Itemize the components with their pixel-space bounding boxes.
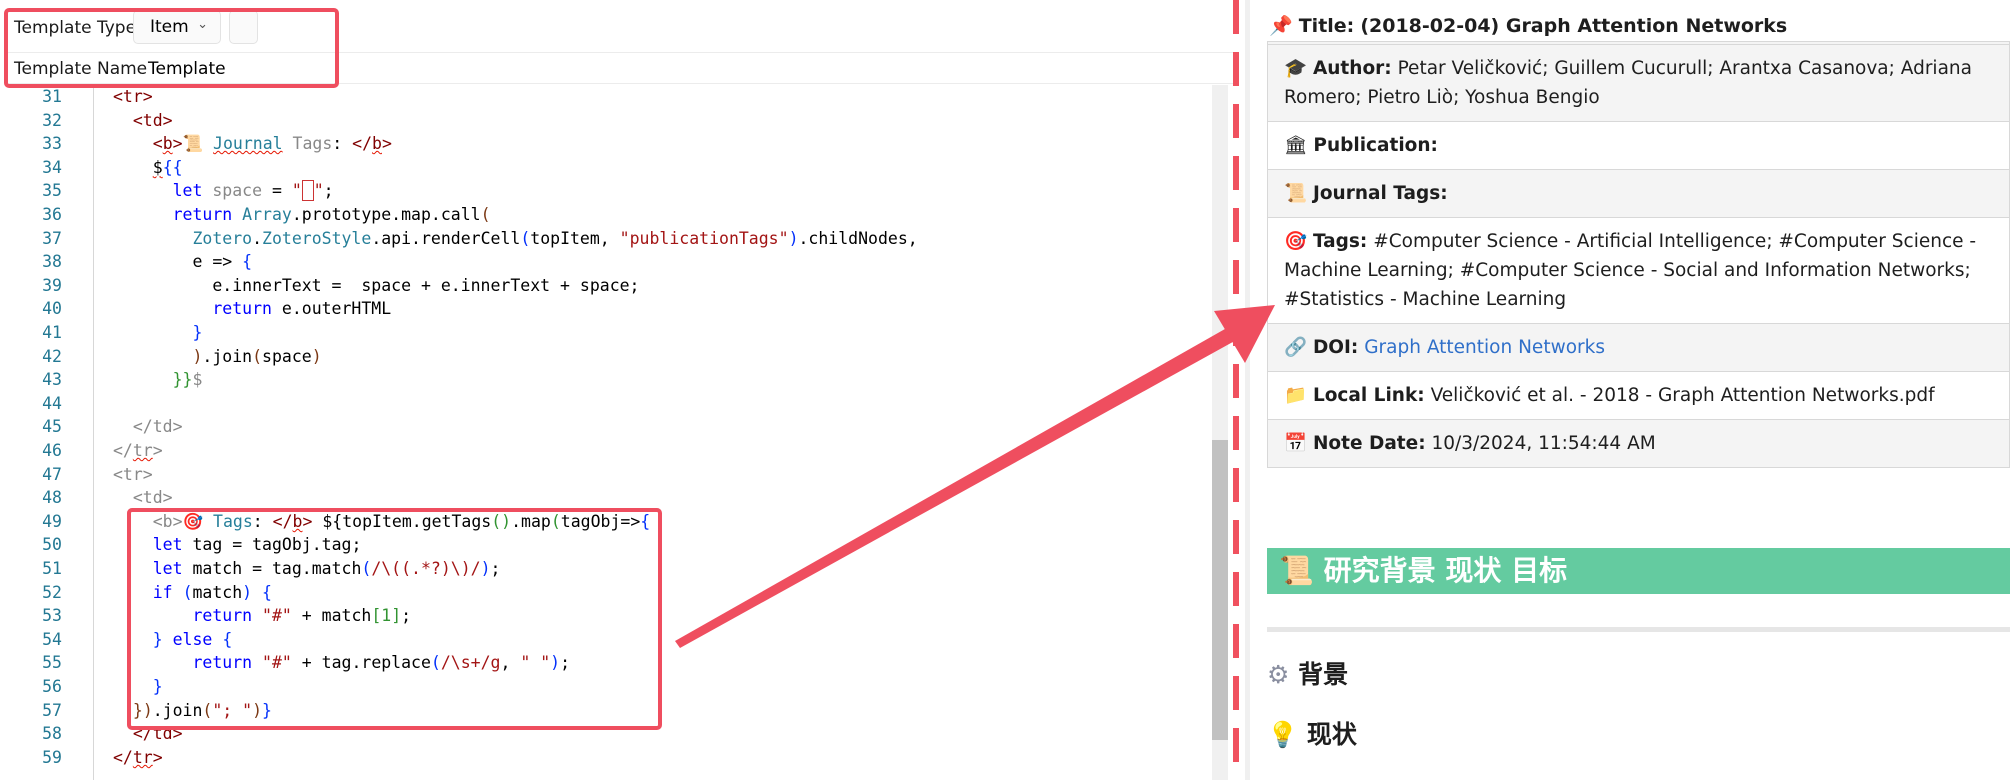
annotation-arrow — [675, 305, 1275, 648]
